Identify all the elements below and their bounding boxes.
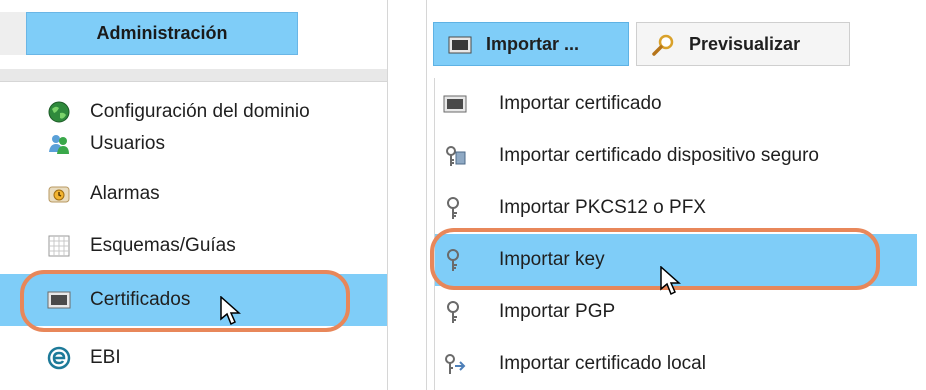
preview-button[interactable]: Previsualizar (636, 22, 850, 66)
menu-item-alarmas[interactable]: Alarmas (0, 170, 387, 218)
menu-item-label: Certificados (90, 289, 191, 310)
certificate-icon (47, 291, 71, 309)
key-icon (447, 301, 459, 323)
users-icon (49, 135, 69, 154)
menu-item-usuarios[interactable]: Usuarios (0, 120, 387, 168)
mouse-cursor-icon (220, 296, 241, 326)
menu-item-esquemas-guias[interactable]: Esquemas/Guías (0, 222, 387, 270)
menu-item-ebi[interactable]: EBI (0, 334, 387, 382)
menu-item-importar-pkcs12[interactable]: Importar PKCS12 o PFX (435, 184, 917, 232)
menu-item-label: Esquemas/Guías (90, 235, 236, 256)
menu-item-label: EBI (90, 347, 121, 368)
tab-administracion-label: Administración (96, 23, 228, 43)
menu-item-label: Usuarios (90, 133, 165, 154)
menu-item-importar-certificado-local[interactable]: Importar certificado local (435, 340, 917, 388)
import-menu: Importar certificado Importar certificad… (434, 78, 917, 390)
import-button[interactable]: Importar ... (433, 22, 629, 66)
secure-device-icon (446, 146, 466, 166)
divider (0, 69, 387, 82)
certificate-icon (448, 36, 472, 54)
local-key-icon (445, 354, 466, 374)
menu-item-label: Importar certificado dispositivo seguro (499, 145, 819, 166)
magnifier-icon (652, 34, 674, 56)
menu-item-certificados[interactable]: Certificados (0, 274, 387, 326)
menu-item-label: Importar certificado (499, 93, 662, 114)
key-icon (447, 197, 459, 219)
tab-administracion[interactable]: Administración (26, 12, 298, 55)
menu-item-label: Alarmas (90, 183, 160, 204)
menu-item-label: Importar key (499, 249, 605, 270)
tab-strip (0, 12, 26, 55)
preview-button-label: Previsualizar (689, 34, 801, 54)
menu-item-importar-certificado[interactable]: Importar certificado (435, 80, 917, 128)
menu-item-label: Importar PKCS12 o PFX (499, 197, 706, 218)
menu-item-label: Importar certificado local (499, 353, 706, 374)
menu-item-label: Importar PGP (499, 301, 616, 322)
import-button-label: Importar ... (486, 34, 580, 54)
mouse-cursor-icon (660, 266, 681, 296)
ebi-icon (47, 346, 71, 370)
certificate-icon (443, 95, 467, 113)
key-icon (447, 249, 459, 271)
panel-gap (388, 0, 425, 390)
menu-item-importar-dispositivo-seguro[interactable]: Importar certificado dispositivo seguro (435, 132, 917, 180)
alarm-clock-icon (48, 186, 70, 203)
administration-panel: Administración Configuración del dominio… (0, 0, 388, 390)
grid-icon (48, 235, 70, 257)
